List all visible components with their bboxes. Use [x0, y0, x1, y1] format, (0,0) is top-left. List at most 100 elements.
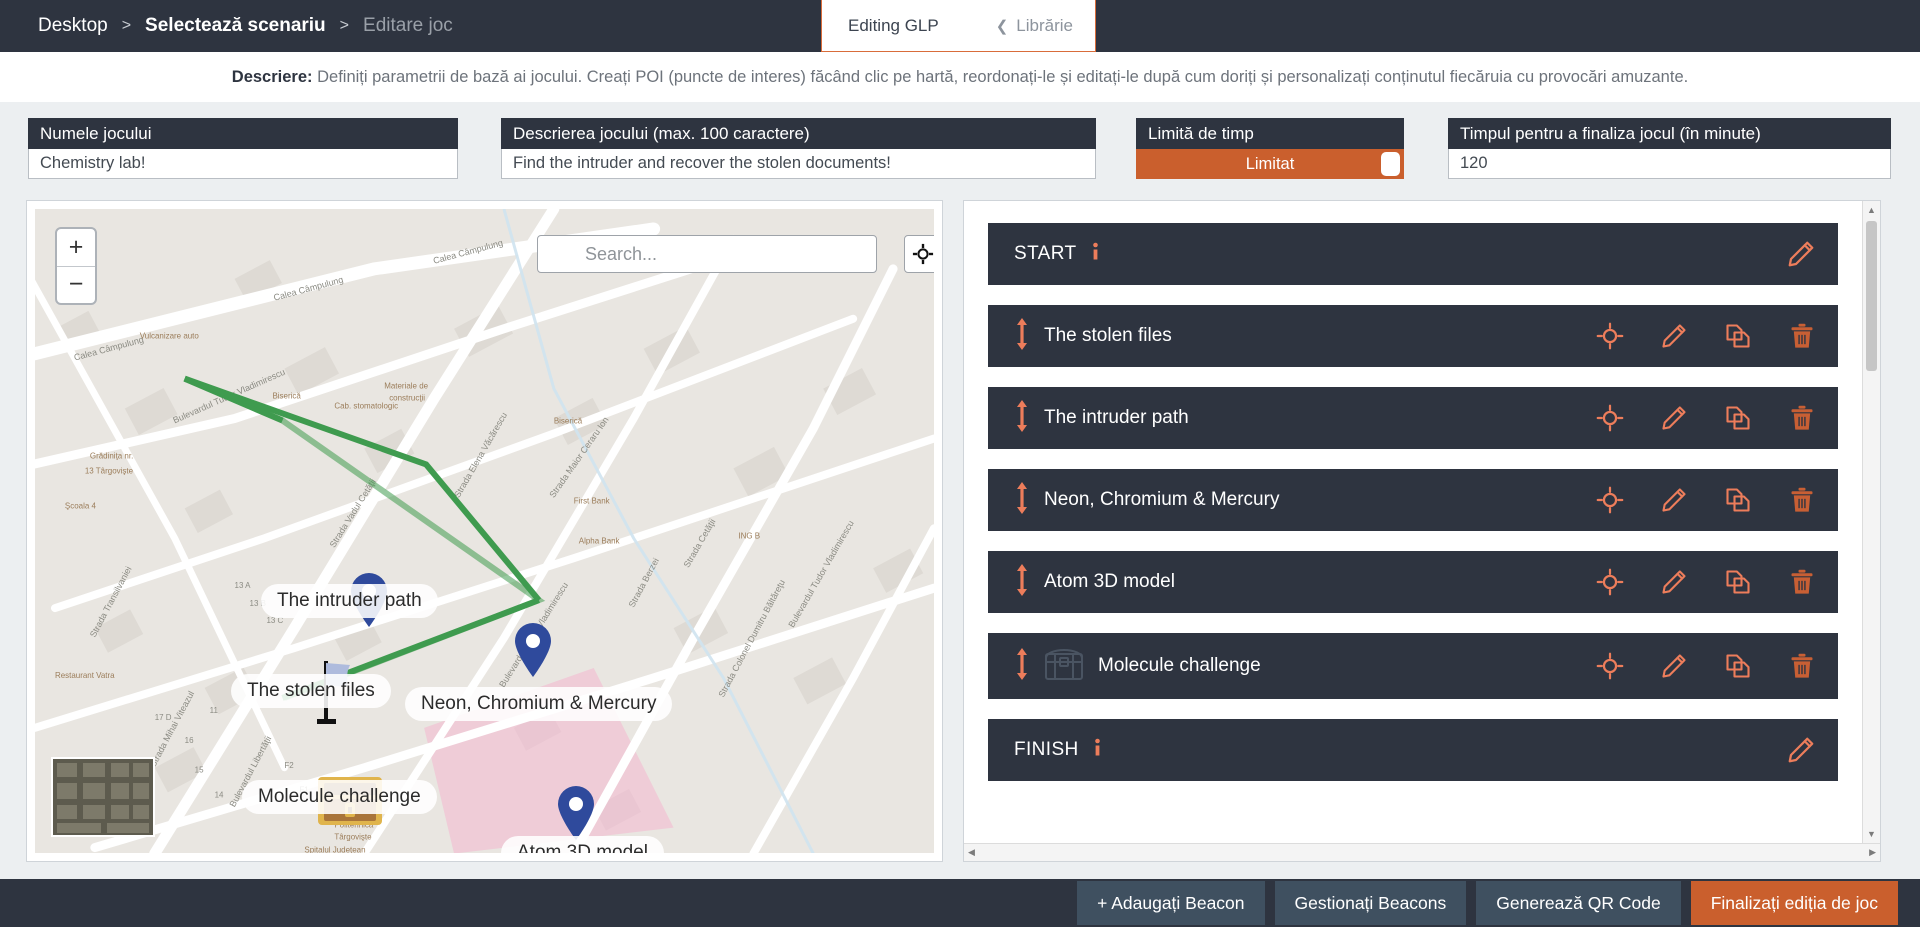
start-row-actions [1786, 239, 1816, 269]
delete-icon[interactable] [1788, 486, 1816, 514]
map-panel: Calea Câmpulung Calea Câmpulung Calea Câ… [26, 200, 943, 862]
back-to-library-label: Librărie [1016, 15, 1073, 35]
edit-icon[interactable] [1786, 239, 1816, 269]
delete-icon[interactable] [1788, 322, 1816, 350]
form-field-row: Numele jocului Chemistry lab! Descrierea… [0, 118, 1920, 184]
generate-qr-code-button[interactable]: Generează QR Code [1476, 881, 1681, 925]
game-description-input[interactable]: Find the intruder and recover the stolen… [501, 149, 1096, 179]
finalize-game-edition-button[interactable]: Finalizați ediția de joc [1690, 881, 1898, 925]
edit-icon[interactable] [1660, 568, 1688, 596]
row-left: Molecule challenge [1014, 646, 1596, 687]
map-label-atom-3d-model: Atom 3D model [501, 836, 664, 853]
duplicate-icon[interactable] [1724, 322, 1752, 350]
finish-label: FINISH [1014, 739, 1079, 760]
info-icon[interactable] [1091, 242, 1100, 267]
scroll-left-arrow-icon[interactable]: ◀ [968, 847, 975, 858]
edit-icon[interactable] [1660, 322, 1688, 350]
poi-title: Molecule challenge [1098, 655, 1261, 676]
row-actions [1596, 486, 1816, 514]
delete-icon[interactable] [1788, 568, 1816, 596]
duration-label: Timpul pentru a finaliza jocul (în minut… [1448, 118, 1891, 149]
list-vertical-scrollbar[interactable]: ▲ ▼ [1862, 201, 1880, 843]
map-canvas[interactable]: Calea Câmpulung Calea Câmpulung Calea Câ… [35, 209, 934, 853]
edit-icon[interactable] [1660, 404, 1688, 432]
locate-icon[interactable] [1596, 568, 1624, 596]
time-limit-label: Limită de timp [1136, 118, 1404, 149]
duplicate-icon[interactable] [1724, 486, 1752, 514]
scroll-right-arrow-icon[interactable]: ▶ [1869, 847, 1876, 858]
edit-icon[interactable] [1786, 735, 1816, 765]
row-actions [1596, 652, 1816, 680]
map-zoom-out-button[interactable]: − [57, 267, 95, 304]
map-zoom-in-button[interactable]: + [57, 229, 95, 267]
edit-icon[interactable] [1660, 486, 1688, 514]
locate-icon[interactable] [1596, 322, 1624, 350]
toggle-knob [1381, 152, 1400, 176]
locate-icon[interactable] [1596, 486, 1624, 514]
edit-icon[interactable] [1660, 652, 1688, 680]
add-beacon-button[interactable]: + Adaugați Beacon [1077, 881, 1265, 925]
list-horizontal-scrollbar[interactable]: ◀ ▶ [964, 843, 1880, 861]
finish-row-actions [1786, 735, 1816, 765]
poi-row-intruder-path[interactable]: The intruder path [988, 387, 1838, 449]
map-label-molecule-challenge: Molecule challenge [242, 780, 437, 814]
reorder-handle-icon[interactable] [1014, 317, 1030, 356]
back-to-library-button[interactable]: ❮ Librărie [996, 16, 1073, 36]
vertical-scrollbar-thumb[interactable] [1866, 221, 1877, 371]
map-label-neon-chromium-mercury: Neon, Chromium & Mercury [405, 687, 673, 721]
map-search-input[interactable]: Search... [537, 235, 877, 273]
map-zoom-controls: + − [55, 227, 97, 305]
duplicate-icon[interactable] [1724, 404, 1752, 432]
time-limit-toggle-label: Limitat [1245, 154, 1295, 173]
poi-row-start[interactable]: START [988, 223, 1838, 285]
row-left: Atom 3D model [1014, 563, 1596, 602]
poi-row-molecule-challenge[interactable]: Molecule challenge [988, 633, 1838, 699]
description-body: Definiți parametrii de bază ai jocului. … [312, 67, 1689, 86]
manage-beacons-button[interactable]: Gestionați Beacons [1274, 881, 1467, 925]
editing-tab-card: Editing GLP ❮ Librărie [821, 0, 1096, 52]
duration-input[interactable]: 120 [1448, 149, 1891, 179]
row-actions [1596, 404, 1816, 432]
crosshair-icon [912, 243, 934, 265]
game-name-input[interactable]: Chemistry lab! [28, 149, 458, 179]
poi-title: The intruder path [1044, 407, 1189, 428]
duplicate-icon[interactable] [1724, 568, 1752, 596]
footer-toolbar: + Adaugați Beacon Gestionați Beacons Gen… [0, 879, 1920, 927]
locate-icon[interactable] [1596, 404, 1624, 432]
game-name-label: Numele jocului [28, 118, 458, 149]
chevron-left-icon: ❮ [995, 17, 1009, 35]
duplicate-icon[interactable] [1724, 652, 1752, 680]
treasure-chest-icon [1044, 646, 1084, 687]
poi-row-neon-chromium-mercury[interactable]: Neon, Chromium & Mercury [988, 469, 1838, 531]
breadcrumb-separator: > [121, 17, 132, 34]
delete-icon[interactable] [1788, 404, 1816, 432]
reorder-handle-icon[interactable] [1014, 563, 1030, 602]
row-actions [1596, 322, 1816, 350]
game-name-field: Numele jocului Chemistry lab! [28, 118, 458, 179]
row-left: Neon, Chromium & Mercury [1014, 481, 1596, 520]
poi-route-lines [183, 375, 546, 701]
info-icon[interactable] [1093, 738, 1102, 763]
breadcrumb-item-desktop[interactable]: Desktop [38, 15, 108, 37]
time-limit-toggle[interactable]: Limitat [1136, 149, 1404, 179]
scroll-down-arrow-icon[interactable]: ▼ [1863, 825, 1880, 843]
breadcrumb-item-select-scenario[interactable]: Selectează scenariu [145, 15, 326, 37]
poi-row-atom-3d-model[interactable]: Atom 3D model [988, 551, 1838, 613]
duration-field: Timpul pentru a finaliza jocul (în minut… [1448, 118, 1891, 179]
app-root: Desktop > Selectează scenariu > Editare … [0, 0, 1920, 927]
reorder-handle-icon[interactable] [1014, 399, 1030, 438]
reorder-handle-icon[interactable] [1014, 647, 1030, 686]
scroll-up-arrow-icon[interactable]: ▲ [1863, 201, 1880, 219]
delete-icon[interactable] [1788, 652, 1816, 680]
map-minimap[interactable] [51, 757, 155, 837]
map-pin-neon-chromium-mercury[interactable] [512, 622, 554, 683]
poi-row-finish[interactable]: FINISH [988, 719, 1838, 781]
poi-row-stolen-files[interactable]: The stolen files [988, 305, 1838, 367]
map-locate-button[interactable] [904, 235, 934, 273]
reorder-handle-icon[interactable] [1014, 481, 1030, 520]
row-left: The intruder path [1014, 399, 1596, 438]
breadcrumb: Desktop > Selectează scenariu > Editare … [0, 15, 453, 37]
locate-icon[interactable] [1596, 652, 1624, 680]
start-label: START [1014, 243, 1077, 264]
time-limit-field: Limită de timp Limitat [1136, 118, 1404, 179]
